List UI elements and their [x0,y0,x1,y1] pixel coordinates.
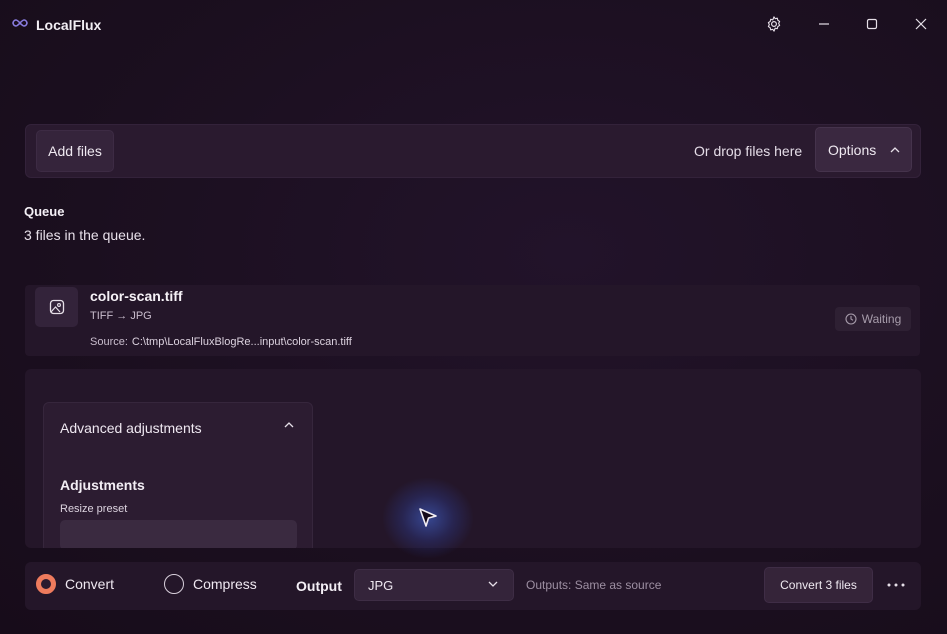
drop-zone[interactable]: Add files Or drop files here Options [25,124,921,178]
minimize-icon [819,23,829,25]
options-label: Options [828,141,877,158]
compress-radio[interactable]: Compress [164,574,257,594]
app-title: LocalFlux [36,17,102,33]
convert-files-button[interactable]: Convert 3 files [764,567,873,603]
minimize-button[interactable] [809,10,839,38]
adjustments-section-title: Adjustments [60,477,145,493]
radio-selected-icon [36,574,56,594]
output-format-select[interactable]: JPG [354,569,514,601]
clock-icon [845,313,857,325]
title-bar: LocalFlux [0,0,947,48]
advanced-adjustments-expander: Advanced adjustments Adjustments Resize … [43,402,313,548]
convert-radio-label: Convert [65,576,115,592]
source-path: C:\tmp\LocalFluxBlogRe...input\color-sca… [131,336,352,348]
maximize-button[interactable] [857,10,887,38]
mouse-cursor-icon [419,508,437,527]
compress-radio-label: Compress [193,576,257,592]
file-thumbnail [35,287,78,327]
queue-count: 3 files in the queue. [24,227,146,243]
drop-hint: Or drop files here [694,143,803,159]
maximize-icon [866,18,878,30]
radio-unselected-icon [164,574,184,594]
chevron-up-icon [890,146,900,152]
add-files-button[interactable]: Add files [36,130,114,172]
file-name: color-scan.tiff [90,288,183,304]
options-panel: Advanced adjustments Adjustments Resize … [25,369,921,548]
file-source: Source: C:\tmp\LocalFluxBlogRe...input\co… [90,336,352,348]
convert-files-label: Convert 3 files [780,578,857,592]
resize-preset-label: Resize preset [60,503,128,515]
add-files-label: Add files [48,143,102,159]
queue-title: Queue [24,204,65,219]
status-badge: Waiting [835,307,911,331]
output-label: Output [296,578,342,594]
gear-icon [767,16,781,32]
advanced-adjustments-label: Advanced adjustments [60,420,202,436]
more-horizontal-icon [887,583,905,587]
settings-button[interactable] [759,10,789,38]
queue-item[interactable]: color-scan.tiff TIFF → JPG Source: C:\tmp… [25,285,920,356]
close-icon [915,18,927,30]
status-text: Waiting [861,312,902,326]
app-window: LocalFlux Add files Or drop files here O… [0,0,947,634]
options-button[interactable]: Options [815,127,912,172]
resize-preset-select[interactable] [60,520,297,548]
close-button[interactable] [906,10,936,38]
source-label: Source: [90,336,128,348]
outputs-hint: Outputs: Same as source [526,578,662,592]
convert-radio[interactable]: Convert [36,574,114,594]
output-format-value: JPG [368,578,394,593]
bottom-bar: Convert Compress Output JPG Outputs: Sam… [25,562,921,610]
advanced-adjustments-header[interactable]: Advanced adjustments [44,403,312,451]
infinity-logo-icon [12,19,28,27]
file-formats: TIFF → JPG [90,310,152,322]
chevron-up-icon [284,422,294,428]
chevron-down-icon [488,581,498,587]
more-options-button[interactable] [881,570,911,600]
image-icon [49,299,64,315]
